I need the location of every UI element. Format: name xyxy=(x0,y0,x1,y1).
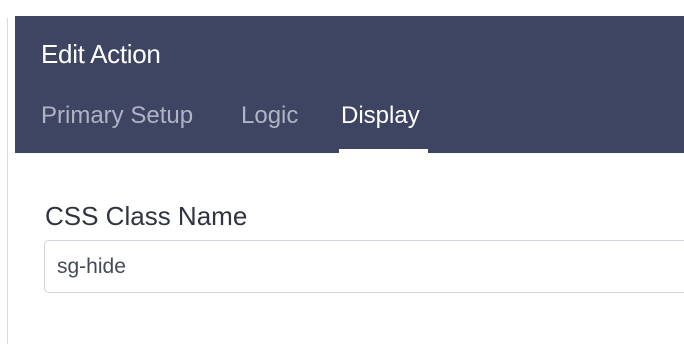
dialog-header: Edit Action Primary Setup Logic Display xyxy=(15,16,684,153)
edit-action-panel: Edit Action Primary Setup Logic Display … xyxy=(15,16,684,347)
active-tab-indicator xyxy=(339,149,428,153)
screenshot-frame: Edit Action Primary Setup Logic Display … xyxy=(0,0,684,347)
panel-left-border xyxy=(7,18,8,344)
dialog-title: Edit Action xyxy=(41,39,161,69)
tab-logic[interactable]: Logic xyxy=(241,100,298,132)
css-class-name-input[interactable] xyxy=(45,241,684,292)
css-class-name-input-wrapper xyxy=(44,240,684,293)
tab-display[interactable]: Display xyxy=(341,100,420,132)
css-class-name-label: CSS Class Name xyxy=(45,201,248,231)
tab-primary-setup[interactable]: Primary Setup xyxy=(41,100,193,132)
